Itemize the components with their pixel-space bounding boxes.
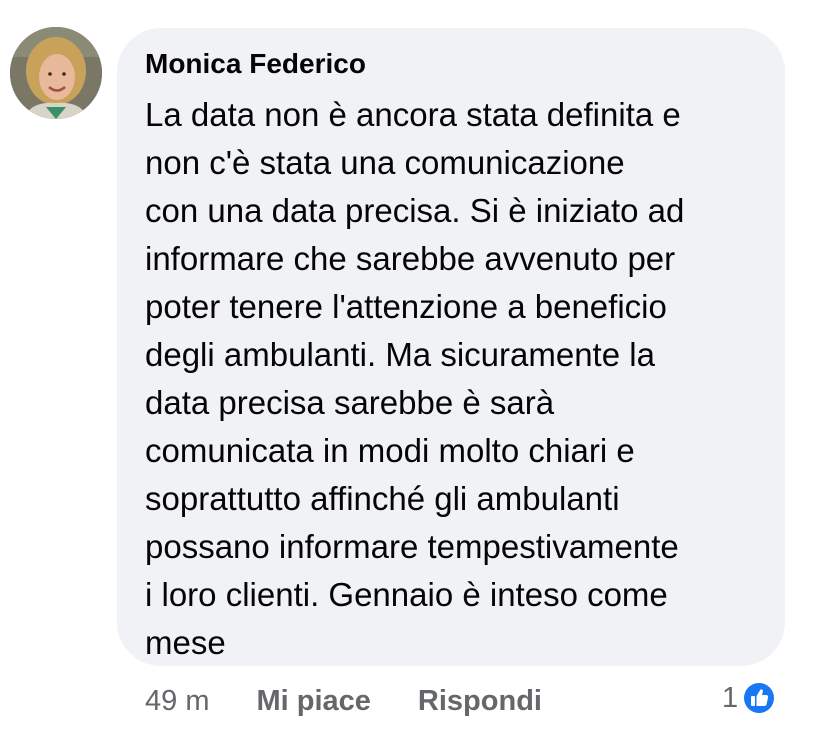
comment-text: La data non è ancora stata definita e no… xyxy=(145,96,685,661)
comment-author[interactable]: Monica Federico xyxy=(145,46,761,82)
reaction-count: 1 xyxy=(722,681,739,714)
comment-container: Monica Federico La data non è ancora sta… xyxy=(0,0,832,740)
comment-bubble: Monica Federico La data non è ancora sta… xyxy=(117,28,785,666)
comment-actions: 49 m Mi piace Rispondi xyxy=(145,681,542,721)
comment-timestamp[interactable]: 49 m xyxy=(145,685,209,718)
reply-button[interactable]: Rispondi xyxy=(418,685,542,718)
thumbs-up-icon xyxy=(741,680,777,716)
profile-photo-icon xyxy=(10,27,102,119)
reactions-summary[interactable]: 1 xyxy=(722,678,777,718)
like-button[interactable]: Mi piace xyxy=(256,685,370,718)
avatar[interactable] xyxy=(10,27,102,119)
